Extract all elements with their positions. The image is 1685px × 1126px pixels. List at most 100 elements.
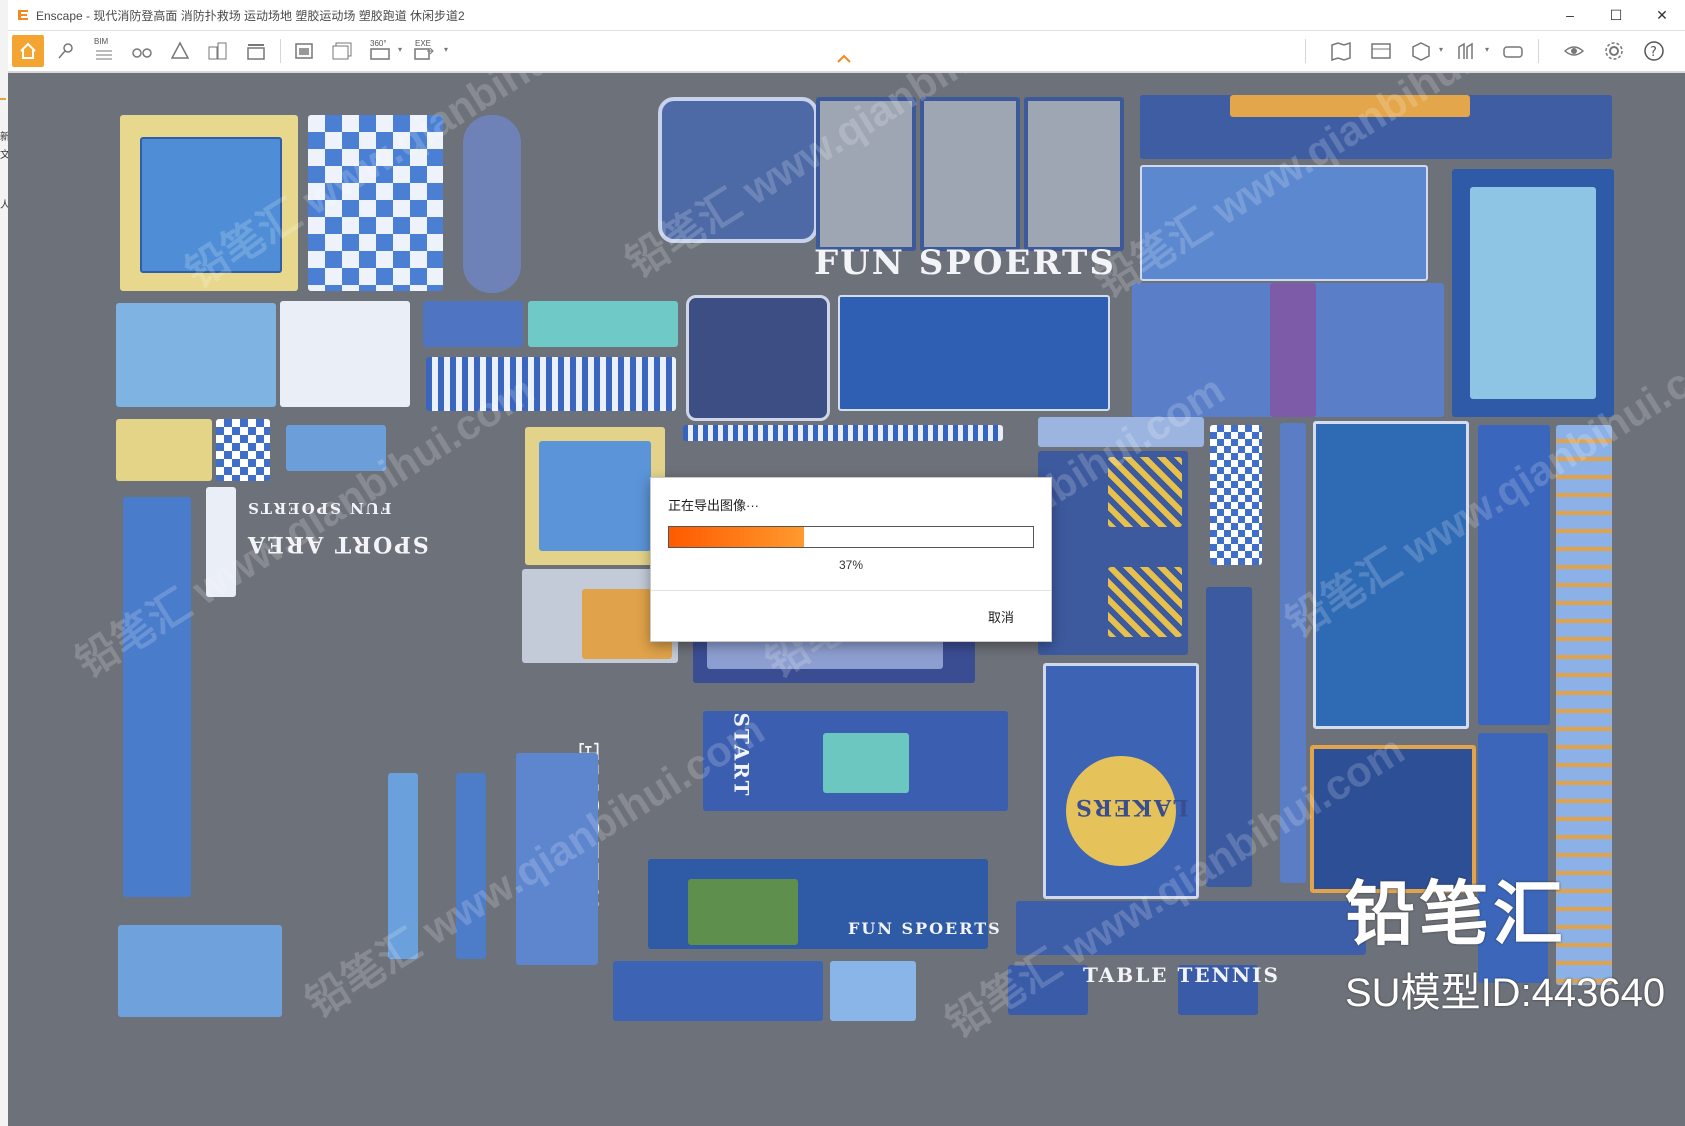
wave-tile <box>286 425 386 471</box>
check-column-tile <box>1210 425 1262 565</box>
sport-area-tile: FUN SPOERTS SPORT AREA <box>240 493 429 573</box>
small-check-tile <box>216 419 270 481</box>
cancel-button[interactable]: 取消 <box>971 604 1031 628</box>
court-tile-b <box>920 97 1020 251</box>
progress-bar-fill <box>669 527 804 547</box>
batch-render-button[interactable] <box>326 35 358 67</box>
screenshot-button[interactable] <box>288 35 320 67</box>
vr-headset-icon <box>1503 46 1523 58</box>
geometric-court-tile <box>1452 169 1614 417</box>
pin-tool-button[interactable] <box>50 35 82 67</box>
badminton-court-tile <box>1140 165 1428 281</box>
fun-sports-upside-text: FUN SPOERTS <box>246 499 392 517</box>
atmosphere-button[interactable] <box>1451 35 1483 67</box>
settings-button[interactable] <box>1598 35 1630 67</box>
sport-area-text: SPORT AREA <box>246 531 429 557</box>
start-court-tile: START <box>703 711 1008 811</box>
vr-headset-button[interactable] <box>1497 35 1529 67</box>
dialog-divider <box>651 590 1051 591</box>
minimize-button[interactable]: – <box>1547 0 1593 30</box>
stripe-border <box>683 425 1003 441</box>
stepping-column-tile <box>1280 423 1306 883</box>
lakers-logo-text: LAKERS <box>1074 794 1189 820</box>
help-icon: ? <box>1644 41 1664 61</box>
enscape-window: Enscape - 现代消防登高面 消防扑救场 运动场地 塑胶运动场 塑胶跑道 … <box>8 0 1685 1126</box>
abc-strip-tile <box>206 487 236 597</box>
bim-button[interactable]: BIM <box>88 35 120 67</box>
banner-tile <box>1140 95 1612 159</box>
asset-library-button[interactable] <box>164 35 196 67</box>
bim-label: BIM <box>94 37 109 46</box>
narrow-track-tile-b <box>456 773 486 959</box>
maximize-button[interactable]: ☐ <box>1593 0 1639 30</box>
game-icons-tile <box>280 301 410 407</box>
panorama-button[interactable]: 360° <box>364 35 396 67</box>
export-progress-dialog: 正在导出图像··· 37% 取消 <box>650 477 1052 642</box>
table-tennis-text: TABLE TENNIS <box>1083 963 1280 987</box>
dialog-title: 正在导出图像··· <box>668 498 759 513</box>
svg-text:?: ? <box>1650 45 1657 60</box>
court-tile-a <box>816 97 916 251</box>
maze-court-tile <box>120 115 298 291</box>
model-id-text: SU模型ID:443640 <box>1345 971 1666 1015</box>
jump-column-tile <box>1206 587 1252 887</box>
cube-view-button[interactable] <box>1405 35 1437 67</box>
toolbar-divider <box>1538 39 1539 63</box>
crosswalk-tile <box>516 753 598 965</box>
running-track-tile <box>838 295 1110 411</box>
fitness-icons-tile <box>118 925 282 1017</box>
fun-sports-headline: FUN SPOERTS <box>814 243 1116 283</box>
court-tile-c <box>1024 97 1124 251</box>
export-exe-button[interactable]: EXE <box>408 35 440 67</box>
buildings-button[interactable] <box>202 35 234 67</box>
chevron-down-icon[interactable]: ▾ <box>444 45 448 54</box>
vertical-banner-tile <box>1478 425 1550 725</box>
binoculars-button[interactable] <box>126 35 158 67</box>
table-tennis-tile-a <box>1008 965 1088 1015</box>
parking-court-tile <box>1038 451 1188 655</box>
yellow-check-tile <box>116 419 212 481</box>
toolbar-divider <box>1305 39 1306 63</box>
home-icon <box>20 42 36 59</box>
brand-logo-text: 铅笔汇 <box>1345 875 1567 953</box>
view-management-button[interactable] <box>1365 35 1397 67</box>
toolbar-divider <box>280 39 281 63</box>
clapper-button[interactable] <box>240 35 272 67</box>
chevron-down-icon[interactable]: ▾ <box>398 45 402 54</box>
checkered-number-tile <box>308 115 443 291</box>
visibility-button[interactable] <box>1558 35 1590 67</box>
teal-court-tile <box>528 301 678 347</box>
title-bar[interactable]: Enscape - 现代消防登高面 消防扑救场 运动场地 塑胶运动场 塑胶跑道 … <box>8 0 1685 31</box>
yellow-box-tile <box>830 961 916 1021</box>
collapse-toolbar-icon[interactable] <box>836 54 852 64</box>
circle-maze-tile <box>658 97 818 243</box>
atmosphere-icon <box>1458 42 1473 59</box>
help-button[interactable]: ? <box>1638 35 1670 67</box>
close-button[interactable]: ✕ <box>1639 0 1685 30</box>
progress-bar <box>668 526 1034 548</box>
field-tile: FUN SPOERTS <box>648 859 1000 949</box>
chevron-down-icon[interactable]: ▾ <box>1439 45 1443 54</box>
hopscotch-tile <box>463 115 521 293</box>
binoculars-icon <box>132 48 152 58</box>
map-icon <box>1331 41 1351 61</box>
eye-icon <box>1563 46 1585 56</box>
asset-library-icon <box>170 41 190 59</box>
exe-label: EXE <box>415 39 432 48</box>
buildings-icon <box>208 42 227 60</box>
stripe-court-tile <box>426 357 676 411</box>
panorama-label: 360° <box>370 39 387 48</box>
chevron-down-icon[interactable]: ▾ <box>1485 45 1489 54</box>
screenshot-icon <box>295 43 313 59</box>
cube-icon <box>1412 42 1430 61</box>
start-text: START <box>729 712 754 798</box>
window-title: Enscape - 现代消防登高面 消防扑救场 运动场地 塑胶运动场 塑胶跑道 … <box>36 9 465 23</box>
basketball-court-tile: LAKERS <box>1043 663 1199 899</box>
long-vertical-tile <box>123 497 191 897</box>
grid-court-tile <box>1132 283 1444 417</box>
map-button[interactable] <box>1325 35 1357 67</box>
home-button[interactable] <box>12 35 44 67</box>
background-tick <box>0 98 6 100</box>
progress-percent: 37% <box>838 558 864 572</box>
narrow-track-tile <box>388 773 418 959</box>
